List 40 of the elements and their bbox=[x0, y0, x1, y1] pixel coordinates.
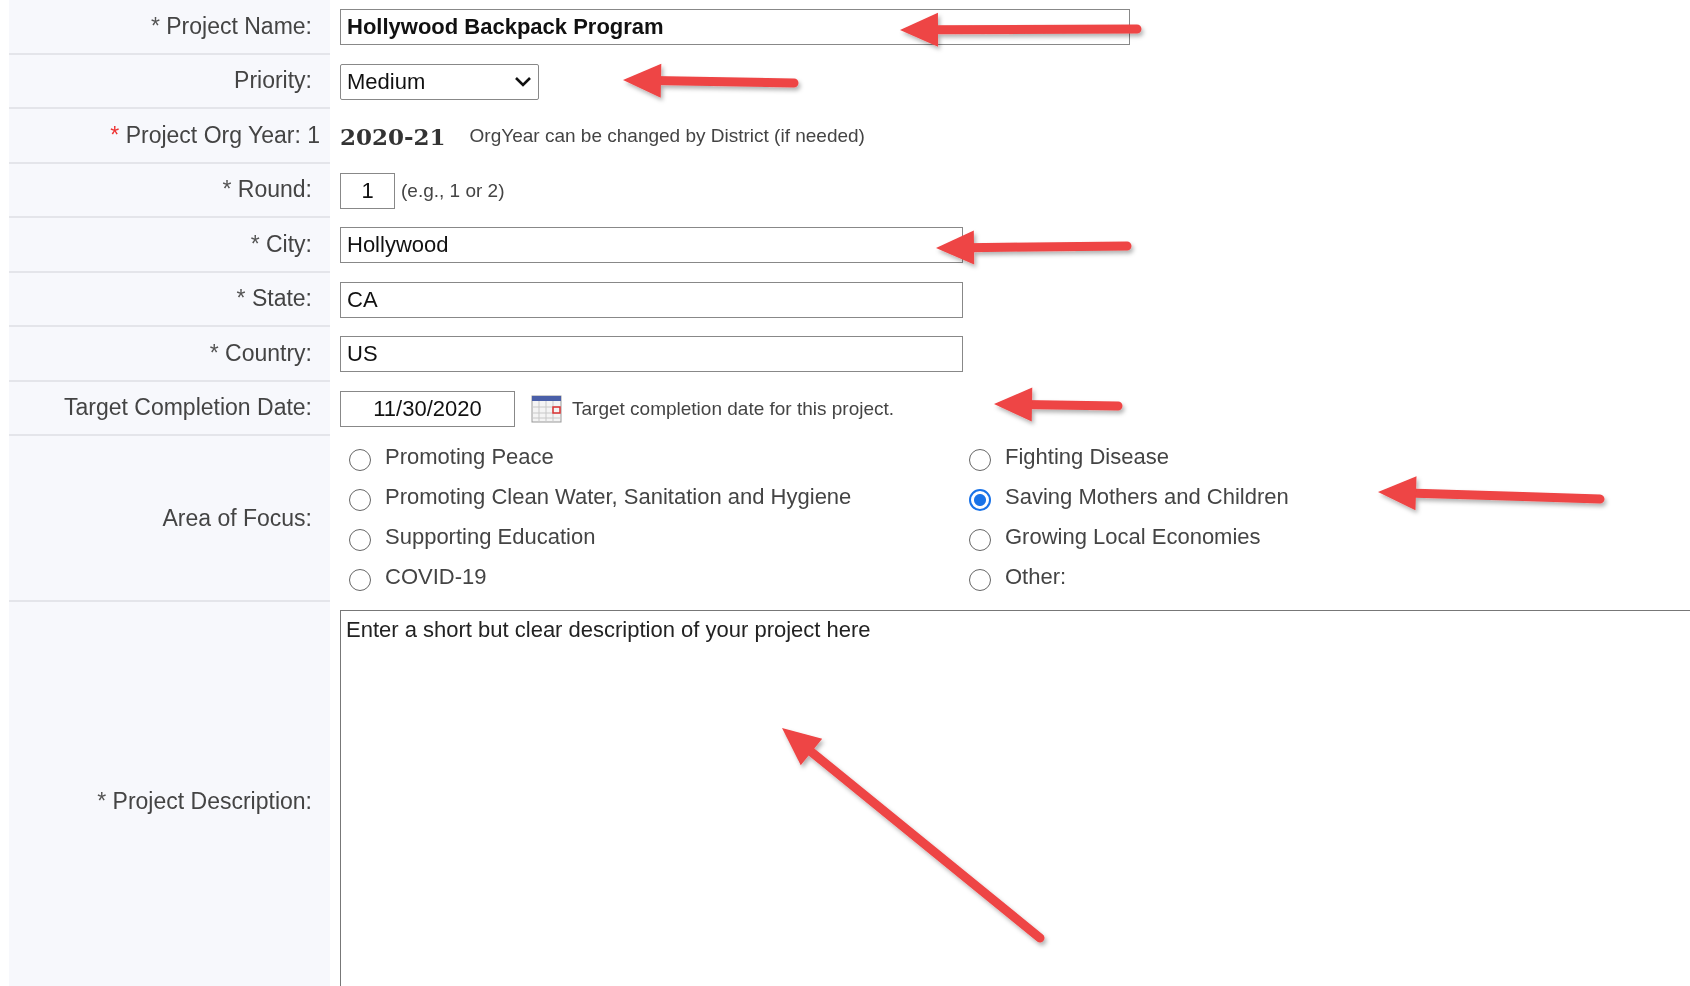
radio-option[interactable]: Fighting Disease bbox=[969, 444, 1569, 470]
description-textarea[interactable]: Enter a short but clear description of your project here bbox=[340, 610, 1690, 986]
radio-button[interactable] bbox=[969, 529, 991, 551]
name-field[interactable]: Hollywood Backpack Program bbox=[340, 9, 1130, 46]
field-label: Target Completion Date: bbox=[64, 394, 312, 422]
field-label: * Round: bbox=[222, 176, 312, 204]
input-field[interactable]: Hollywood bbox=[340, 227, 963, 264]
priority-dropdown[interactable]: Medium bbox=[340, 63, 539, 100]
radio-option[interactable]: Saving Mothers and Children bbox=[969, 484, 1569, 510]
date-field[interactable]: 11/30/2020 bbox=[340, 390, 515, 427]
radio-option[interactable]: COVID-19 bbox=[349, 564, 969, 590]
field-label: Area of Focus: bbox=[162, 504, 312, 532]
radio-button[interactable] bbox=[969, 489, 991, 511]
radio-option[interactable]: Promoting Clean Water, Sanitation and Hygiene bbox=[349, 484, 969, 510]
radio-button[interactable] bbox=[349, 569, 371, 591]
radio-button[interactable] bbox=[349, 529, 371, 551]
field-label: * City: bbox=[250, 230, 312, 258]
radio-button[interactable] bbox=[969, 569, 991, 591]
input-field[interactable]: US bbox=[340, 336, 963, 373]
hint-text: OrgYear can be changed by District (if needed) bbox=[469, 125, 865, 148]
field-label: Priority: bbox=[234, 67, 312, 95]
radio-option[interactable]: Growing Local Economies bbox=[969, 524, 1569, 550]
hint-text: Target completion date for this project. bbox=[572, 397, 895, 420]
calendar-icon[interactable] bbox=[531, 394, 562, 423]
field-label: * Project Org Year: 1 bbox=[110, 121, 320, 149]
radio-button[interactable] bbox=[349, 449, 371, 471]
hint-text: (e.g., 1 or 2) bbox=[401, 179, 505, 202]
field-label: * Project Name: bbox=[150, 12, 312, 40]
chevron-down-icon bbox=[514, 75, 532, 88]
round-field[interactable]: 1 bbox=[340, 172, 395, 209]
input-field[interactable]: CA bbox=[340, 281, 963, 318]
field-label: * State: bbox=[236, 285, 312, 313]
radio-button[interactable] bbox=[969, 449, 991, 471]
radio-option[interactable]: Other: bbox=[969, 564, 1569, 590]
radio-option[interactable]: Promoting Peace bbox=[349, 444, 969, 470]
org-year: 2020-21 bbox=[340, 122, 446, 150]
field-label: * Country: bbox=[209, 339, 312, 367]
radio-button[interactable] bbox=[349, 489, 371, 511]
field-label: * Project Description: bbox=[97, 787, 312, 815]
radio-option[interactable]: Supporting Education bbox=[349, 524, 969, 550]
